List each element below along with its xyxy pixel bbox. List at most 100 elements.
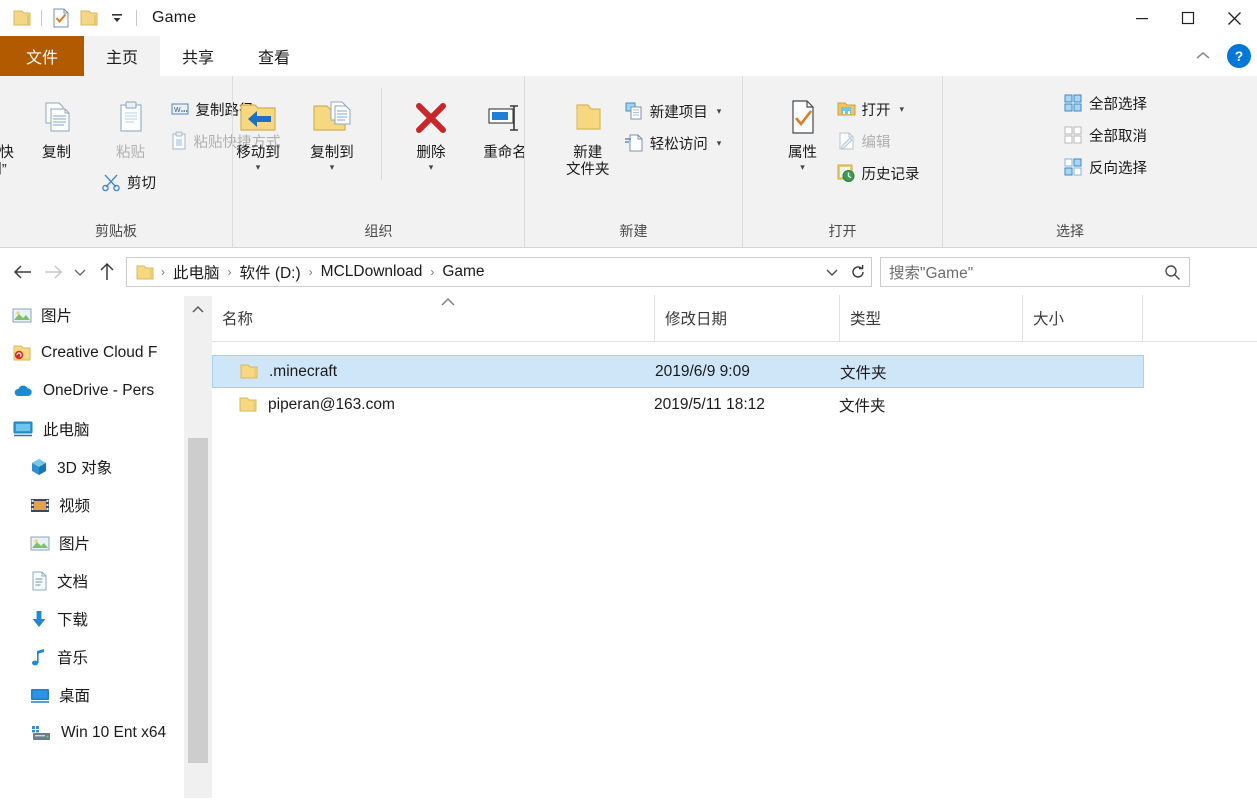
open-caret-icon[interactable]: ▾ [900,104,905,115]
sidebar-item-pictures-quick[interactable]: 图片 [0,296,212,334]
table-row[interactable]: .minecraft 2019/6/9 9:09 文件夹 [212,355,1144,388]
paste-button[interactable]: 粘贴 [94,94,168,163]
refresh-icon[interactable] [845,258,871,286]
column-header-date[interactable]: 修改日期 [654,295,839,341]
new-item-button[interactable]: 新建项目 ▾ [622,96,728,126]
easy-access-label: 轻松访问 [649,136,708,153]
sidebar-item-onedrive[interactable]: OneDrive - Pers [0,372,212,410]
copy-to-caret-icon[interactable]: ▾ [330,163,335,172]
new-folder-label-line2: 文件夹 [565,162,610,178]
ribbon: 固定到“快 速访问” 复制 [0,76,1257,248]
properties-icon [786,94,820,142]
select-all-button[interactable]: 全部选择 [1061,88,1153,118]
history-button[interactable]: 历史记录 [834,158,926,188]
collapse-ribbon-icon[interactable] [1189,47,1217,65]
pin-to-quick-access-button[interactable]: 固定到“快 速访问” [0,86,20,180]
folder-icon [238,396,258,413]
move-to-button[interactable]: 移动到 ▾ [221,86,295,172]
breadcrumb-bar[interactable]: › 此电脑 › 软件 (D:) › MCLDownload › Game [126,257,872,287]
easy-access-caret-icon[interactable]: ▾ [717,138,722,149]
help-icon[interactable]: ? [1227,44,1251,68]
delete-button[interactable]: 删除 ▾ [394,86,468,172]
properties-icon[interactable] [47,4,75,32]
address-dropdown-icon[interactable] [819,266,845,278]
sidebar-item-desktop[interactable]: 桌面 [0,676,212,714]
minimize-button[interactable] [1119,0,1165,36]
select-all-label: 全部选择 [1089,96,1147,113]
sidebar-item-pictures[interactable]: 图片 [0,524,212,562]
rename-icon [484,94,526,142]
sidebar-item-win10-drive[interactable]: Win 10 Ent x64 [0,714,212,752]
sidebar-item-creative-cloud[interactable]: Creative Cloud F [0,334,212,372]
sidebar-item-label: Creative Cloud F [41,344,158,361]
properties-button[interactable]: 属性 ▾ [772,86,834,172]
sidebar-item-music[interactable]: 音乐 [0,638,212,676]
edit-button[interactable]: 编辑 [834,126,926,156]
sidebar-item-3d-objects[interactable]: 3D 对象 [0,448,212,486]
breadcrumb-item-0[interactable]: 此电脑 [167,259,226,285]
ribbon-group-organize: 移动到 ▾ 复制到 ▾ 删除 ▾ 重命名 组织 [232,76,527,247]
tab-file[interactable]: 文件 [0,36,85,76]
edit-label: 编辑 [861,134,891,151]
copy-to-button[interactable]: 复制到 ▾ [295,86,369,172]
breadcrumb-separator-2: › [308,265,313,279]
forward-button[interactable] [38,257,68,287]
ribbon-group-select: 全部选择 全部取消 反向选择 选择 [942,76,1257,247]
qat-separator-2 [136,10,137,26]
sidebar-item-label: 图片 [41,308,73,325]
new-folder-button[interactable]: 新建 文件夹 [554,86,622,180]
search-icon[interactable] [1164,264,1181,281]
select-commands: 全部选择 全部取消 反向选择 [1061,88,1153,182]
close-button[interactable] [1211,0,1257,36]
new-folder-icon[interactable] [75,4,103,32]
recent-locations-button[interactable] [68,257,92,287]
sort-ascending-icon [440,297,456,308]
group-label-open: 打开 [828,223,857,239]
breadcrumb-item-2[interactable]: MCLDownload [315,261,429,283]
breadcrumb-item-1[interactable]: 软件 (D:) [234,259,307,285]
back-button[interactable] [8,257,38,287]
folder-icon[interactable] [8,4,36,32]
file-list-pane: 名称 修改日期 类型 大小 .minecraft 2019/6/9 9:09 文… [212,295,1257,798]
sidebar-scrollbar-thumb[interactable] [188,438,208,763]
select-none-button[interactable]: 全部取消 [1061,120,1153,150]
organize-divider [381,88,382,180]
new-item-caret-icon[interactable]: ▾ [717,106,722,117]
copy-button[interactable]: 复制 [20,86,94,163]
breadcrumb-item-3[interactable]: Game [436,261,490,283]
file-name-text: piperan@163.com [268,395,395,413]
easy-access-button[interactable]: 轻松访问 ▾ [622,128,728,158]
column-header-type[interactable]: 类型 [839,295,1022,341]
scissors-icon [101,172,121,192]
videos-icon [30,497,50,514]
invert-selection-button[interactable]: 反向选择 [1061,152,1153,182]
sidebar-item-this-pc[interactable]: 此电脑 [0,410,212,448]
column-header-name[interactable]: 名称 [212,295,654,341]
tab-home[interactable]: 主页 [84,36,161,76]
sidebar-item-videos[interactable]: 视频 [0,486,212,524]
sidebar-item-documents[interactable]: 文档 [0,562,212,600]
customize-dropdown-icon[interactable] [103,4,131,32]
sidebar-item-downloads[interactable]: 下载 [0,600,212,638]
open-button[interactable]: 打开 ▾ [834,94,926,124]
properties-caret-icon[interactable]: ▾ [800,163,805,172]
cut-button[interactable]: 剪切 [99,167,162,197]
move-to-caret-icon[interactable]: ▾ [256,163,261,172]
table-row[interactable]: piperan@163.com 2019/5/11 18:12 文件夹 [212,388,1144,421]
search-input[interactable]: 搜索"Game" [880,257,1190,287]
ribbon-group-new: 新建 文件夹 新建项目 ▾ 轻松访问 ▾ 新建 [524,76,742,247]
main-content: 图片 Creative Cloud F OneDrive - Pers 此电脑 … [0,295,1257,798]
sidebar-scrollbar[interactable] [184,296,212,798]
address-bar: › 此电脑 › 软件 (D:) › MCLDownload › Game 搜索"… [0,248,1257,296]
up-button[interactable] [92,257,122,287]
breadcrumb: › 此电脑 › 软件 (D:) › MCLDownload › Game [159,259,819,285]
column-header-size[interactable]: 大小 [1022,295,1142,341]
file-date-cell: 2019/5/11 18:12 [654,395,765,413]
group-label-new: 新建 [619,223,648,239]
tab-view[interactable]: 查看 [236,36,313,76]
delete-caret-icon[interactable]: ▾ [429,163,434,172]
scroll-up-arrow-icon[interactable] [184,296,212,322]
copy-label: 复制 [42,145,71,161]
tab-share[interactable]: 共享 [160,36,237,76]
maximize-button[interactable] [1165,0,1211,36]
